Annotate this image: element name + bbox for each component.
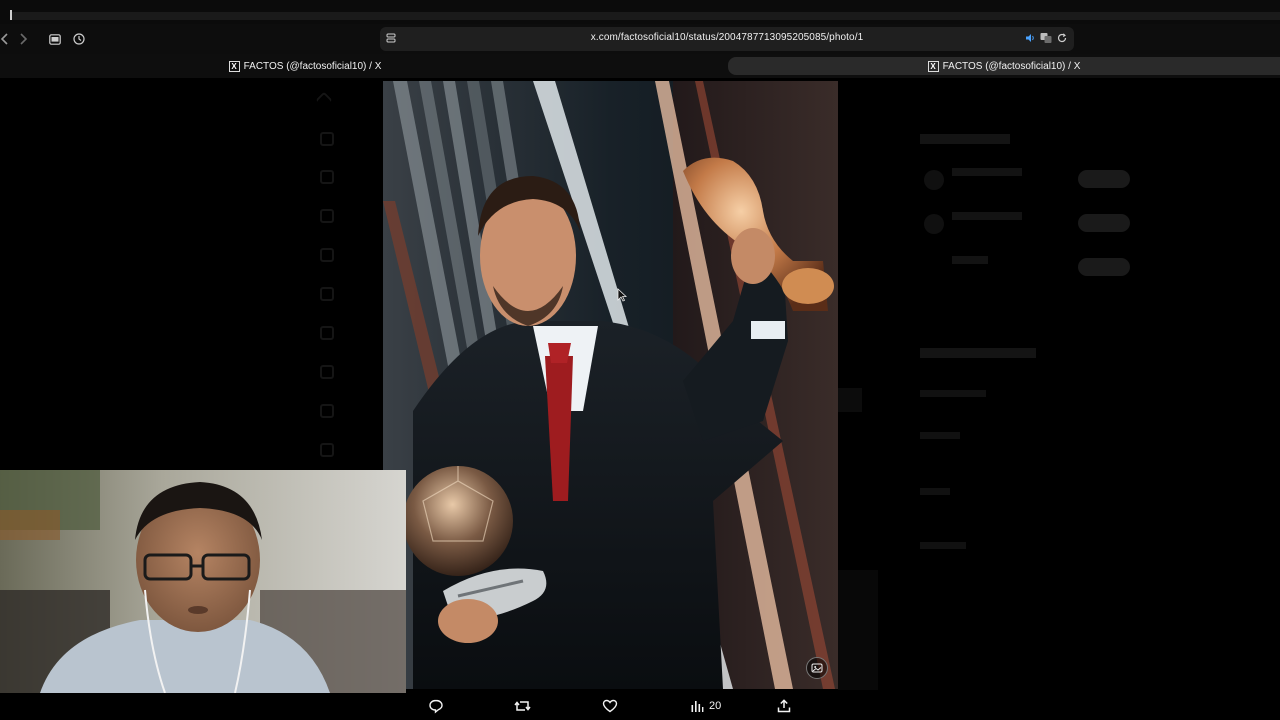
tweet-photo[interactable] xyxy=(383,81,838,689)
repost-button[interactable] xyxy=(514,696,531,716)
views-count: 20 xyxy=(709,700,722,712)
tab-factos-2[interactable]: X FACTOS (@factosoficial10) / X xyxy=(728,57,1280,75)
forward-icon[interactable] xyxy=(12,28,34,50)
repost-icon xyxy=(514,701,531,711)
photo-image xyxy=(383,81,838,689)
views-icon xyxy=(691,701,704,712)
ghost-avatar xyxy=(924,170,944,190)
webcam-overlay xyxy=(0,470,406,693)
history-icon[interactable] xyxy=(68,28,90,50)
window-top-strip xyxy=(0,0,1280,24)
x-logo-icon: X xyxy=(927,60,939,72)
address-bar[interactable]: x.com/factosoficial10/status/20047877130… xyxy=(380,27,1074,51)
ghost-text xyxy=(920,488,950,495)
ghost-follow-button xyxy=(1078,170,1130,188)
ghost-nav-icon xyxy=(320,326,334,340)
tab-title: FACTOS (@factosoficial10) / X xyxy=(243,60,382,72)
ghost-heading xyxy=(920,134,1010,144)
reload-icon[interactable] xyxy=(1056,31,1068,45)
ghost-text xyxy=(952,168,1022,176)
ghost-text xyxy=(920,432,960,439)
translate-icon[interactable] xyxy=(1040,31,1052,45)
ghost-follow-button xyxy=(1078,214,1130,232)
ghost-avatar xyxy=(924,214,944,234)
share-button[interactable] xyxy=(776,696,792,716)
ghost-nav-icon xyxy=(320,248,334,262)
tab-factos-1[interactable]: X FACTOS (@factosoficial10) / X xyxy=(150,57,460,75)
tab-strip: X FACTOS (@factosoficial10) / X X FACTOS… xyxy=(0,54,1280,78)
ghost-text xyxy=(920,542,966,549)
ghost-nav-icon xyxy=(320,132,334,146)
tweet-action-bar: 20 xyxy=(0,693,1280,720)
ghost-text xyxy=(952,256,988,264)
ghost-nav-icon xyxy=(320,404,334,418)
image-alt-icon[interactable] xyxy=(806,657,828,679)
ghost-block xyxy=(838,388,862,412)
share-icon xyxy=(777,699,791,713)
reply-button[interactable] xyxy=(428,696,444,716)
reply-icon xyxy=(429,699,443,714)
ghost-block xyxy=(838,570,878,690)
title-bar xyxy=(12,12,1280,20)
sidebar-icon[interactable] xyxy=(44,28,66,50)
heart-icon xyxy=(602,699,618,713)
ghost-text xyxy=(952,212,1022,220)
x-logo-icon: X xyxy=(228,60,240,72)
ghost-nav-icon xyxy=(320,170,334,184)
ghost-nav-icon xyxy=(320,209,334,223)
mouse-cursor-icon xyxy=(617,288,628,302)
ghost-logo-icon xyxy=(315,91,333,109)
speaker-icon[interactable] xyxy=(1024,31,1036,45)
ghost-nav-icon xyxy=(320,365,334,379)
webcam-image xyxy=(0,470,406,693)
ghost-nav-icon xyxy=(320,443,334,457)
ghost-follow-button xyxy=(1078,258,1130,276)
browser-toolbar: x.com/factosoficial10/status/20047877130… xyxy=(0,24,1280,54)
ghost-nav-icon xyxy=(320,287,334,301)
ghost-text xyxy=(920,390,986,397)
url-text[interactable]: x.com/factosoficial10/status/20047877130… xyxy=(380,32,1074,43)
like-button[interactable] xyxy=(602,696,618,716)
ghost-heading xyxy=(920,348,1036,358)
tab-title: FACTOS (@factosoficial10) / X xyxy=(942,60,1081,72)
views-button[interactable]: 20 xyxy=(690,696,721,716)
